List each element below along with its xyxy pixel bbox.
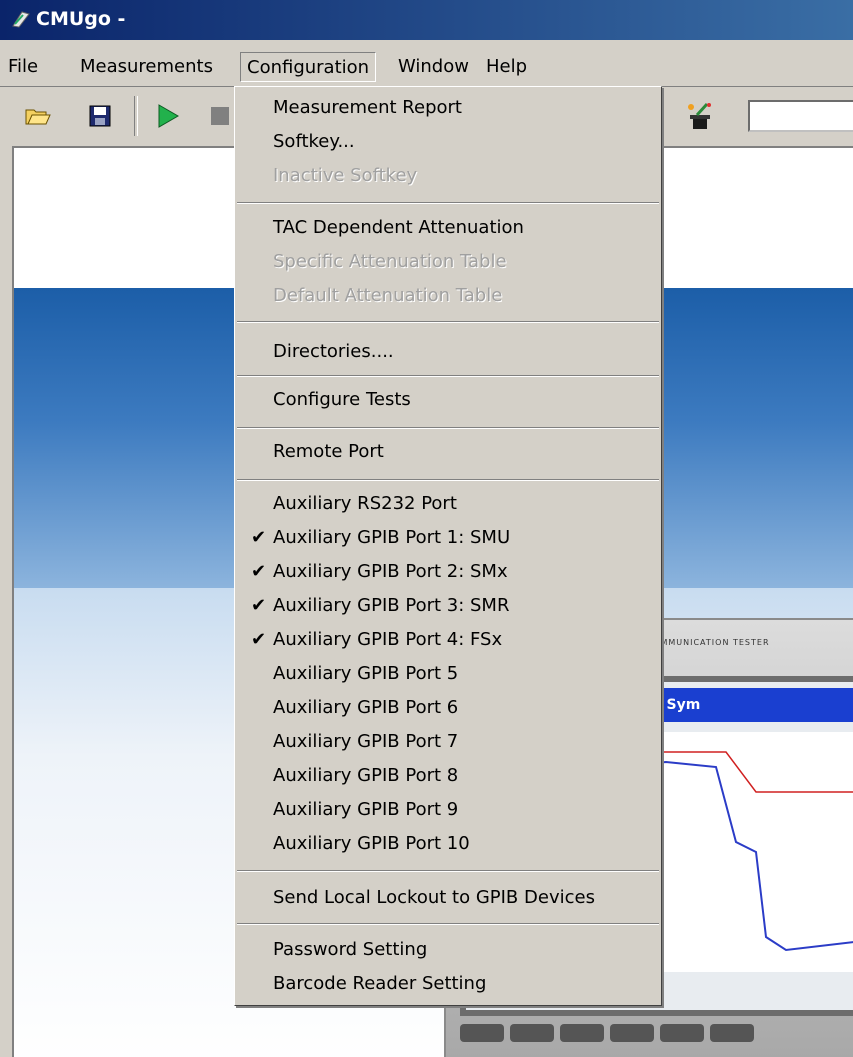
menu-separator (237, 202, 659, 204)
menu-item-specific-attenuation-table: Specific Attenuation Table (273, 251, 507, 272)
checkmark-icon: ✔ (251, 595, 267, 616)
window-title: CMUgo - (36, 8, 126, 30)
menu-item-remote-port[interactable]: Remote Port (235, 435, 661, 469)
menu-item-aux-gpib-port-9[interactable]: Auxiliary GPIB Port 9 (235, 793, 661, 827)
menu-item-aux-gpib-port-8[interactable]: Auxiliary GPIB Port 8 (235, 759, 661, 793)
menu-item-aux-gpib-port-3[interactable]: ✔ Auxiliary GPIB Port 3: SMR (235, 589, 661, 623)
title-bar: CMUgo - (0, 0, 853, 40)
menu-separator (237, 375, 659, 377)
play-icon[interactable] (148, 96, 188, 136)
menu-measurements[interactable]: Measurements (74, 52, 219, 82)
menu-configuration[interactable]: Configuration (240, 52, 377, 82)
menu-item-aux-gpib-port-5[interactable]: Auxiliary GPIB Port 5 (235, 657, 661, 691)
menu-separator (237, 321, 659, 323)
menu-item-aux-gpib-port-10[interactable]: Auxiliary GPIB Port 10 (235, 827, 661, 861)
instrument-buttons (460, 1024, 760, 1047)
save-icon[interactable] (80, 96, 120, 136)
menu-item-aux-gpib-port-7[interactable]: Auxiliary GPIB Port 7 (235, 725, 661, 759)
menu-item-barcode-reader-setting[interactable]: Barcode Reader Setting (235, 967, 661, 1001)
menu-bar: File Measurements Configuration Window H… (0, 48, 853, 87)
app-icon (12, 11, 30, 28)
configuration-menu: Measurement Report Softkey... Inactive S… (234, 86, 662, 1006)
menu-file[interactable]: File (2, 52, 44, 82)
menu-item-softkey[interactable]: Softkey... (235, 125, 661, 159)
toolbar-input[interactable] (748, 100, 853, 132)
menu-item-password-setting[interactable]: Password Setting (235, 933, 661, 967)
menu-item-aux-rs232-port[interactable]: Auxiliary RS232 Port (235, 487, 661, 521)
menu-separator (237, 427, 659, 429)
menu-separator (237, 923, 659, 925)
menu-separator (237, 870, 659, 872)
magic-wand-icon[interactable] (680, 96, 720, 136)
checkmark-icon: ✔ (251, 527, 267, 548)
menu-item-aux-gpib-port-6[interactable]: Auxiliary GPIB Port 6 (235, 691, 661, 725)
menu-item-directories[interactable]: Directories.... (235, 335, 661, 369)
menu-help[interactable]: Help (480, 52, 533, 82)
menu-separator (237, 479, 659, 481)
menu-item-inactive-softkey: Inactive Softkey (273, 165, 418, 186)
toolbar-separator (134, 96, 138, 136)
open-folder-icon[interactable] (18, 96, 58, 136)
menu-window[interactable]: Window (392, 52, 475, 82)
menu-item-default-attenuation-table: Default Attenuation Table (273, 285, 503, 306)
menu-item-measurement-report[interactable]: Measurement Report (235, 91, 661, 125)
menu-item-send-local-lockout[interactable]: Send Local Lockout to GPIB Devices (235, 881, 661, 915)
menu-item-aux-gpib-port-1[interactable]: ✔ Auxiliary GPIB Port 1: SMU (235, 521, 661, 555)
menu-item-aux-gpib-port-4[interactable]: ✔ Auxiliary GPIB Port 4: FSx (235, 623, 661, 657)
checkmark-icon: ✔ (251, 629, 267, 650)
menu-item-configure-tests[interactable]: Configure Tests (235, 383, 661, 417)
menu-item-tac-dependent-attenuation[interactable]: TAC Dependent Attenuation (235, 211, 661, 245)
checkmark-icon: ✔ (251, 561, 267, 582)
menu-item-aux-gpib-port-2[interactable]: ✔ Auxiliary GPIB Port 2: SMx (235, 555, 661, 589)
